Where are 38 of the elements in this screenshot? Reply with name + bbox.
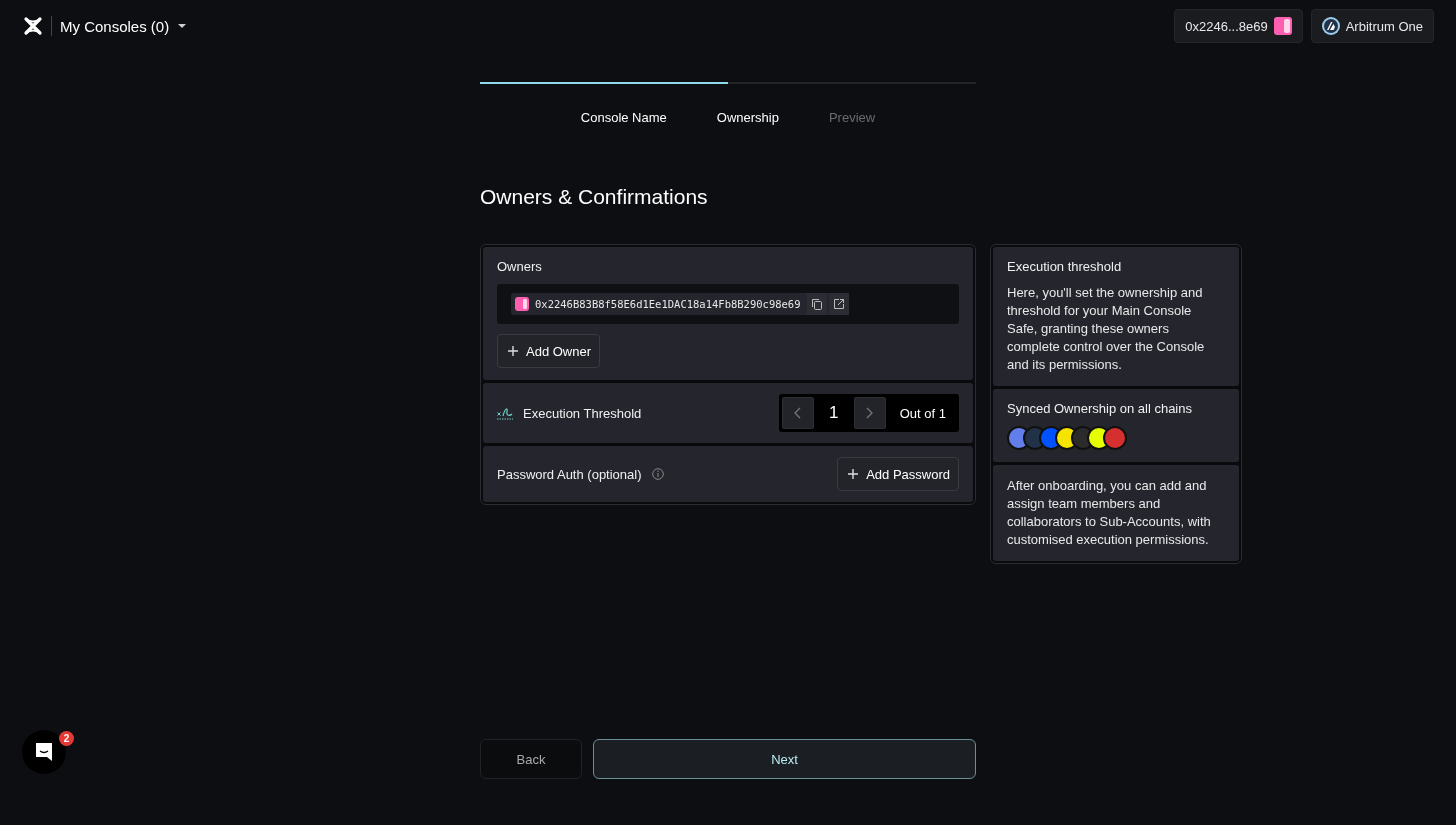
network-icon — [1321, 17, 1340, 35]
plus-icon — [508, 346, 518, 356]
plus-icon — [848, 469, 859, 479]
step-tab[interactable]: Ownership — [716, 110, 779, 125]
info-icon — [651, 468, 664, 480]
caret-icon[interactable] — [177, 23, 188, 29]
threshold-label: Execution Threshold — [523, 405, 642, 421]
chevron-left-icon — [794, 407, 802, 419]
threshold-value: 1 — [828, 403, 840, 423]
external-link-button[interactable] — [828, 293, 849, 315]
back-button[interactable]: Back — [480, 739, 582, 779]
step-tab[interactable]: Console Name — [580, 110, 667, 125]
chat-button[interactable] — [22, 730, 66, 774]
copy-button[interactable] — [806, 293, 827, 315]
avatar-icon — [515, 297, 529, 311]
info-text: After onboarding, you can add and assign team members and collaborators to Sub-Accounts, with customised execution permissions. — [1007, 477, 1212, 549]
page-title: Owners & Confirmations — [480, 185, 709, 210]
signature-icon — [497, 406, 513, 420]
info-text: Here, you'll set the ownership and threshold for your Main Console Safe, granting these owners complete control over the Console and its permissions. — [1007, 284, 1206, 374]
logo-icon — [23, 16, 43, 36]
next-button[interactable]: Next — [593, 739, 976, 779]
chevron-right-icon — [866, 407, 874, 419]
copy-icon — [810, 298, 823, 310]
console-menu[interactable]: My Consoles (0) — [60, 17, 170, 35]
owners-label: Owners — [497, 259, 543, 274]
password-label: Password Auth (optional) — [497, 466, 642, 482]
owner-address: 0x2246B83B8f58E6d1Ee1DAC18a14Fb8B290c98e69 — [534, 298, 802, 310]
avatar-icon — [1273, 17, 1292, 35]
chat-icon — [34, 741, 54, 763]
wallet-button[interactable]: 0x2246...8e69 — [1174, 9, 1303, 43]
threshold-total: Out of 1 — [898, 405, 947, 421]
external-link-icon — [832, 298, 845, 310]
add-owner-button[interactable]: Add Owner — [497, 334, 601, 368]
network-button[interactable]: Arbitrum One — [1310, 9, 1434, 43]
notification-badge: 2 — [59, 731, 74, 746]
sync-title: Synced Ownership on all chains — [1007, 401, 1193, 416]
info-title: Execution threshold — [1007, 259, 1123, 274]
add-password-button[interactable]: Add Password — [837, 457, 959, 491]
